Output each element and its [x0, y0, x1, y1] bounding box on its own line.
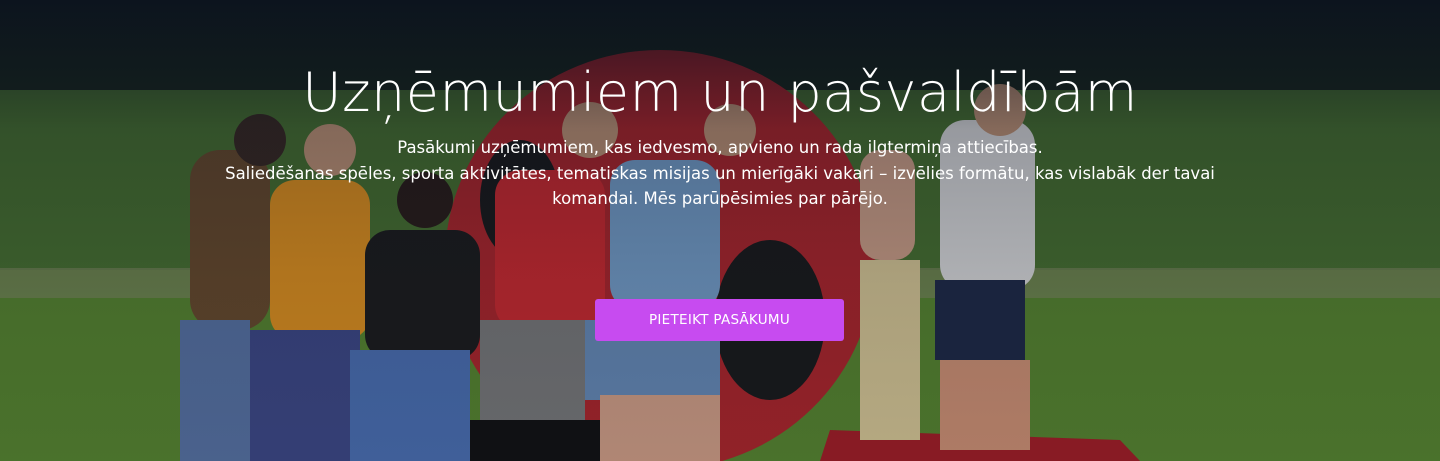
hero-subtitle-line: komandai. Mēs parūpēsimies par pārējo. [552, 189, 888, 208]
hero-subtitle-line: Saliedēšanas spēles, sporta aktivitātes,… [225, 163, 1215, 183]
page-title: Uzņēmumiem un pašvaldībām [302, 61, 1138, 124]
hero-subtitle: Pasākumi uzņēmumiem, kas iedvesmo, apvie… [180, 135, 1260, 212]
hero-subtitle-line: Pasākumi uzņēmumiem, kas iedvesmo, apvie… [397, 138, 1043, 157]
register-event-button[interactable]: PIETEIKT PASĀKUMU [595, 299, 844, 341]
hero-section: Uzņēmumiem un pašvaldībām Pasākumi uzņēm… [0, 0, 1440, 461]
hero-content: Uzņēmumiem un pašvaldībām Pasākumi uzņēm… [0, 0, 1440, 461]
